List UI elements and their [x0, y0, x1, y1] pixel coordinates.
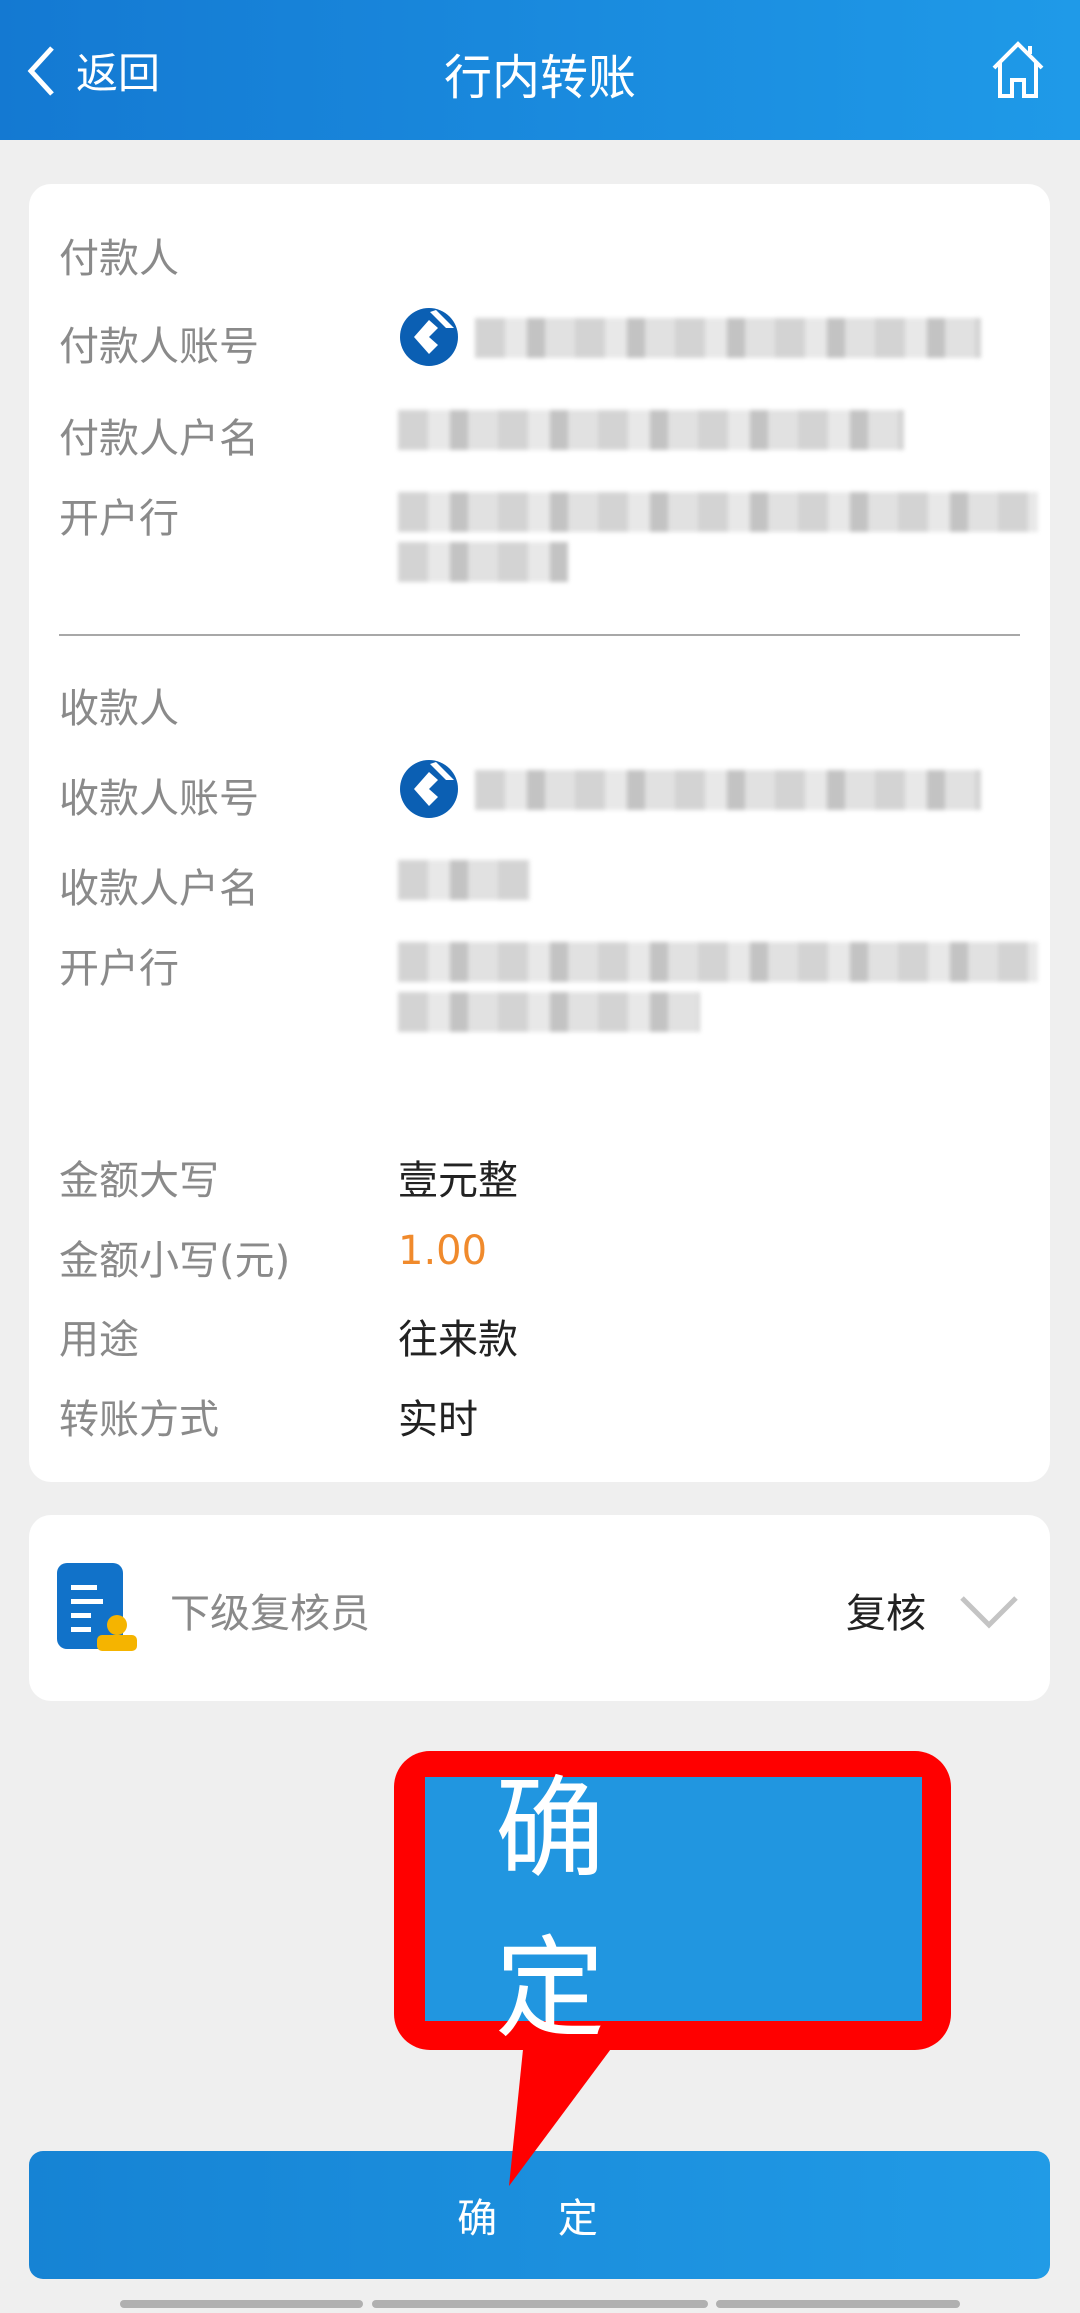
callout-highlight: 确 定: [394, 1751, 951, 2053]
nav-bar-segment: [372, 2300, 708, 2308]
nav-bar-segment: [716, 2300, 960, 2308]
nav-bar-segment: [120, 2300, 363, 2308]
callout-zoomed-button: 确 定: [425, 1765, 922, 2053]
callout-label: 确 定: [495, 1765, 675, 2053]
